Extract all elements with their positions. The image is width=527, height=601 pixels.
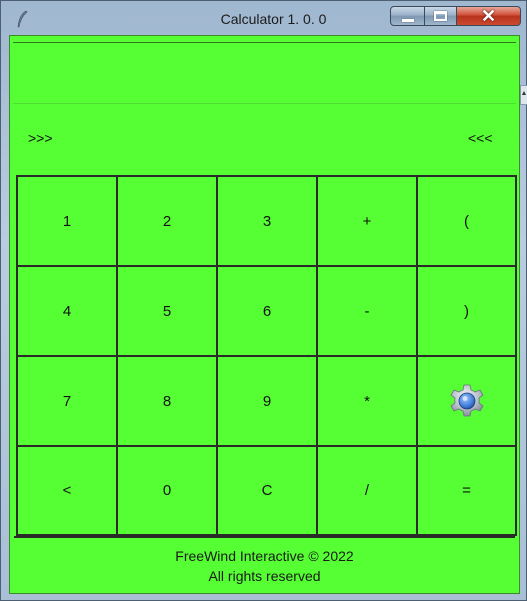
key-plus[interactable]: + xyxy=(317,176,417,266)
key-4[interactable]: 4 xyxy=(17,266,117,356)
key-5[interactable]: 5 xyxy=(117,266,217,356)
minimize-button[interactable] xyxy=(390,6,425,26)
key-9[interactable]: 9 xyxy=(217,356,317,446)
key-7[interactable]: 7 xyxy=(17,356,117,446)
key-open-paren[interactable]: ( xyxy=(417,176,516,266)
scroll-right-button[interactable]: <<< xyxy=(468,130,493,146)
title-bar[interactable]: Calculator 1. 0. 0 ✕ xyxy=(1,1,526,35)
maximize-icon xyxy=(434,11,447,21)
maximize-button[interactable] xyxy=(424,6,457,26)
key-2[interactable]: 2 xyxy=(117,176,217,266)
key-close-paren[interactable]: ) xyxy=(417,266,516,356)
settings-button[interactable] xyxy=(417,356,516,446)
scroll-up-arrow[interactable] xyxy=(520,85,527,105)
gear-icon xyxy=(449,384,484,417)
calculator-window: Calculator 1. 0. 0 ✕ >>> <<< 1 2 3 + ( 4… xyxy=(0,0,527,601)
key-1[interactable]: 1 xyxy=(17,176,117,266)
minimize-icon xyxy=(401,18,414,22)
close-button[interactable]: ✕ xyxy=(456,6,521,26)
calculator-display xyxy=(13,42,516,104)
key-3[interactable]: 3 xyxy=(217,176,317,266)
key-minus[interactable]: - xyxy=(317,266,417,356)
key-equals[interactable]: = xyxy=(417,446,516,535)
key-clear[interactable]: C xyxy=(217,446,317,535)
key-multiply[interactable]: * xyxy=(317,356,417,446)
key-6[interactable]: 6 xyxy=(217,266,317,356)
calculator-body: >>> <<< 1 2 3 + ( 4 5 6 - ) 7 8 9 * < 0 … xyxy=(9,35,520,594)
rights-text: All rights reserved xyxy=(208,568,321,584)
key-8[interactable]: 8 xyxy=(117,356,217,446)
copyright-text: FreeWind Interactive © 2022 xyxy=(175,548,354,564)
key-backspace[interactable]: < xyxy=(17,446,117,535)
footer: FreeWind Interactive © 2022 All rights r… xyxy=(14,536,515,589)
scroll-left-button[interactable]: >>> xyxy=(28,130,53,146)
key-0[interactable]: 0 xyxy=(117,446,217,535)
keypad: 1 2 3 + ( 4 5 6 - ) 7 8 9 * < 0 C / = xyxy=(16,175,517,536)
close-icon: ✕ xyxy=(480,6,497,26)
key-divide[interactable]: / xyxy=(317,446,417,535)
